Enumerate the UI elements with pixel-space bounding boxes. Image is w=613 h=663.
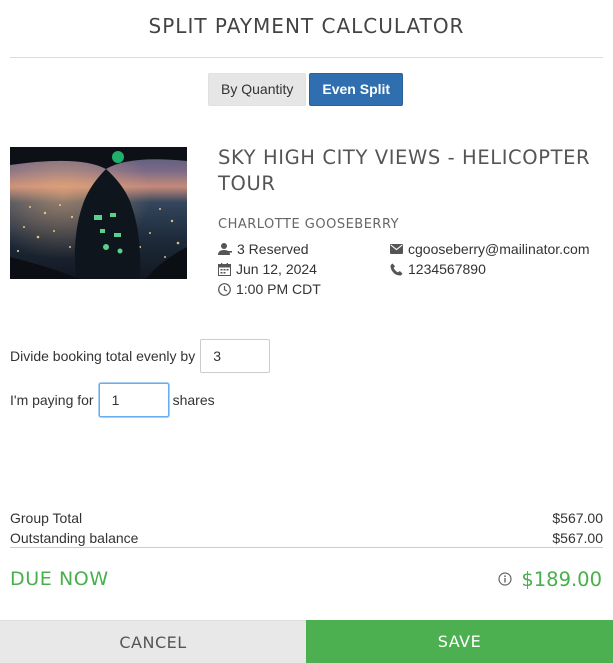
paying-label: I'm paying for <box>10 392 94 408</box>
booking-date: Jun 12, 2024 <box>236 261 317 277</box>
calendar-icon <box>218 262 231 276</box>
customer-email: cgooseberry@mailinator.com <box>408 241 590 257</box>
save-button[interactable]: SAVE <box>306 620 613 663</box>
booking-time: 1:00 PM CDT <box>236 281 321 297</box>
phone-info: 1234567890 <box>390 261 486 277</box>
user-icon <box>218 242 232 256</box>
due-now-value: $189.00 <box>521 568 602 591</box>
split-mode-toggle: By Quantity Even Split <box>208 73 404 106</box>
tab-by-quantity[interactable]: By Quantity <box>208 73 307 106</box>
reserved-info: 3 Reserved <box>218 241 309 257</box>
date-info: Jun 12, 2024 <box>218 261 317 277</box>
paying-shares-input[interactable] <box>98 383 169 417</box>
tour-title: SKY HIGH CITY VIEWS - HELICOPTER TOUR <box>218 146 591 195</box>
info-icon[interactable] <box>498 568 512 591</box>
title-divider <box>10 57 603 58</box>
group-total-label: Group Total <box>10 510 83 526</box>
tour-photo <box>10 147 187 279</box>
divide-row: Divide booking total evenly by <box>10 339 271 373</box>
shares-label: shares <box>172 392 215 408</box>
customer-phone: 1234567890 <box>408 261 486 277</box>
due-now-amount: $189.00 <box>498 568 602 591</box>
group-total-row: Group Total $567.00 <box>10 510 603 526</box>
group-total-value: $567.00 <box>552 510 603 526</box>
clock-icon <box>218 282 231 296</box>
outstanding-row: Outstanding balance $567.00 <box>10 530 603 546</box>
footer-actions: CANCEL SAVE <box>0 620 613 663</box>
customer-name: CHARLOTTE GOOSEBERRY <box>218 217 400 232</box>
cancel-button[interactable]: CANCEL <box>0 620 306 663</box>
outstanding-label: Outstanding balance <box>10 530 139 546</box>
divide-by-input[interactable] <box>200 339 271 373</box>
phone-icon <box>390 263 403 276</box>
reserved-count: 3 Reserved <box>237 241 309 257</box>
paying-row: I'm paying for shares <box>10 383 215 417</box>
divide-label: Divide booking total evenly by <box>10 348 196 364</box>
page-title: SPLIT PAYMENT CALCULATOR <box>148 14 465 38</box>
summary-divider <box>10 547 603 548</box>
tab-even-split[interactable]: Even Split <box>309 73 404 106</box>
outstanding-value: $567.00 <box>552 530 603 546</box>
time-info: 1:00 PM CDT <box>218 281 321 297</box>
email-info: cgooseberry@mailinator.com <box>390 241 590 257</box>
envelope-icon <box>390 244 403 254</box>
due-now-label: DUE NOW <box>10 568 109 590</box>
